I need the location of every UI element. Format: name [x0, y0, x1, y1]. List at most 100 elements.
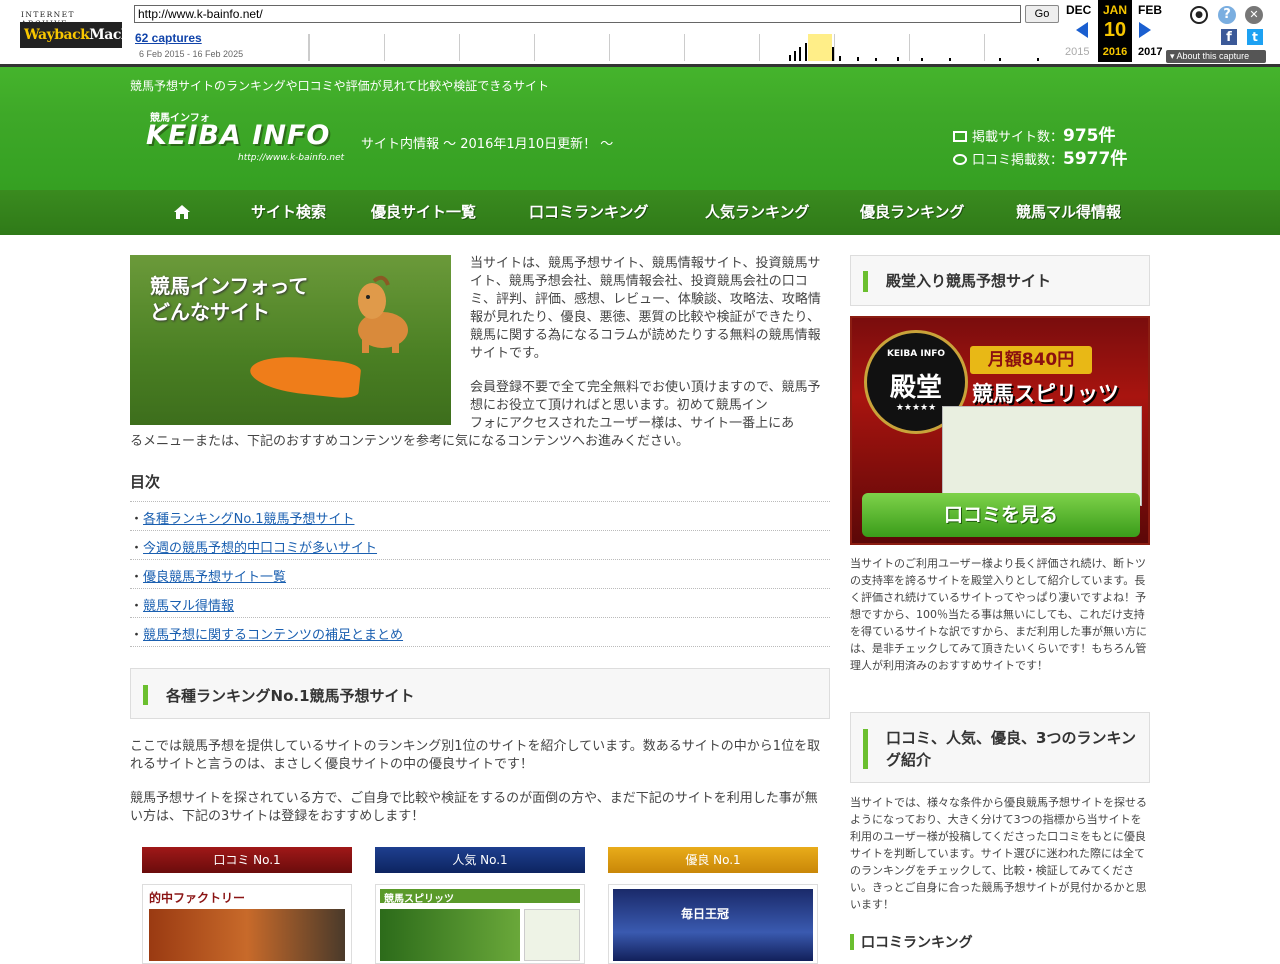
- sparkline-capture-bar: [789, 55, 791, 61]
- hof-banner[interactable]: KEIBA INFO 殿堂 ★★★★★ 月額840円 競馬スピリッツ 口コミを見…: [850, 316, 1150, 545]
- toc-item: ・優良競馬予想サイト一覧: [130, 570, 287, 585]
- twitter-icon[interactable]: t: [1247, 29, 1263, 45]
- nav-good-ranking[interactable]: 優良ランキング: [860, 190, 965, 235]
- wayback-prev-month[interactable]: DEC: [1066, 3, 1091, 17]
- wayback-sparkline[interactable]: [308, 34, 1060, 61]
- update-notice: サイト内情報 〜 2016年1月10日更新！ 〜: [361, 137, 614, 152]
- hof-site-name: 競馬スピリッツ: [972, 382, 1119, 406]
- horse-figure-icon: [358, 275, 408, 353]
- wayback-current-month: JAN: [1102, 3, 1127, 17]
- wayback-current-date: JAN 10 2016: [1098, 0, 1132, 62]
- section-paragraph-1: ここでは競馬予想を提供しているサイトのランキング別1位のサイトを紹介しています。…: [130, 739, 821, 772]
- sparkline-capture-bar: [839, 56, 841, 61]
- intro-paragraph-2a: 会員登録不要で全て完全無料でお使い頂けますので、競馬予想にお役立て頂ければと思い…: [470, 380, 821, 413]
- intro-paragraph-2c: るメニューまたは、下記のおすすめコンテンツを参考に気になるコンテンツへお進みくだ…: [130, 434, 690, 449]
- user-icon[interactable]: ●: [1190, 6, 1208, 24]
- rank-card-popular-label: 人気 No.1: [375, 847, 585, 873]
- toc-link-ranking[interactable]: 各種ランキングNo.1競馬予想サイト: [143, 512, 354, 527]
- sparkline-capture-bar: [832, 47, 834, 61]
- rank-card-good[interactable]: 優良 No.1 毎日王冠: [608, 847, 818, 964]
- toc-link-weekly[interactable]: 今週の競馬予想的中口コミが多いサイト: [143, 541, 377, 556]
- review-count-value: 5977件: [1063, 149, 1128, 169]
- rank-card-good-screenshot[interactable]: 毎日王冠: [608, 884, 818, 964]
- wayback-next-year[interactable]: 2017: [1138, 46, 1162, 58]
- wayback-logo-main-a: Wayback: [24, 27, 90, 43]
- ranking-intro-header: 口コミ、人気、優良、3つのランキング紹介: [850, 712, 1150, 783]
- intro-image: 競馬インフォって どんなサイト: [130, 255, 451, 425]
- sparkline-year-tick: [834, 34, 835, 61]
- wayback-logo[interactable]: INTERNET ARCHIVE WaybackMachine: [20, 10, 154, 50]
- monitor-icon: [953, 131, 967, 142]
- toc-item: ・競馬マル得情報: [130, 599, 235, 614]
- rank-card-review-screenshot[interactable]: 的中ファクトリー: [142, 884, 352, 964]
- wayback-current-day: 10: [1103, 19, 1127, 41]
- wayback-current-year: 2016: [1102, 46, 1128, 58]
- nav-review-ranking[interactable]: 口コミランキング: [529, 190, 649, 235]
- sparkline-year-tick: [759, 34, 760, 61]
- hof-title: 殿堂入り競馬予想サイト: [886, 272, 1052, 290]
- site-count-value: 975件: [1063, 126, 1116, 146]
- site-count: 掲載サイト数：975件: [953, 121, 1116, 146]
- toc-item: ・各種ランキングNo.1競馬予想サイト: [130, 512, 355, 527]
- wayback-next-arrow-icon[interactable]: [1139, 22, 1151, 38]
- toc-link-deals[interactable]: 競馬マル得情報: [143, 599, 234, 614]
- intro-image-text: 競馬インフォって どんなサイト: [150, 273, 308, 325]
- wayback-go-button[interactable]: Go: [1025, 5, 1059, 23]
- rank-card-popular-screenshot[interactable]: 競馬スピリッツ: [375, 884, 585, 964]
- about-capture-label: About this capture: [1176, 51, 1250, 61]
- rank-card-review[interactable]: 口コミ No.1 的中ファクトリー: [142, 847, 352, 964]
- hof-review-button[interactable]: 口コミを見る: [862, 493, 1140, 537]
- wayback-next-month[interactable]: FEB: [1138, 3, 1162, 17]
- wayback-toolbar: INTERNET ARCHIVE WaybackMachine http://w…: [0, 0, 1280, 67]
- ranking-intro-description: 当サイトでは、様々な条件から優良競馬予想サイトを探せるようになっており、大きく分…: [850, 796, 1147, 911]
- hof-badge-main: 殿堂: [889, 373, 942, 403]
- shot2-title: 競馬スピリッツ: [384, 894, 454, 905]
- toc-link-summary[interactable]: 競馬予想に関するコンテンツの補足とまとめ: [143, 628, 403, 643]
- sparkline-capture-bar: [921, 58, 923, 61]
- shot1-banner: [149, 909, 345, 961]
- rank-card-popular[interactable]: 人気 No.1 競馬スピリッツ: [375, 847, 585, 964]
- nav-site-search[interactable]: サイト検索: [251, 190, 326, 235]
- sparkline-year-tick: [534, 34, 535, 61]
- review-ranking-title: 口コミランキング: [861, 935, 973, 951]
- toc-link-good-sites[interactable]: 優良競馬予想サイト一覧: [143, 570, 286, 585]
- wayback-prev-arrow-icon[interactable]: [1076, 22, 1088, 38]
- comment-icon: [953, 154, 967, 165]
- hof-site-screenshot: [942, 406, 1142, 506]
- wayback-prev-year[interactable]: 2015: [1065, 46, 1089, 58]
- nav-deals[interactable]: 競馬マル得情報: [1016, 190, 1121, 235]
- help-icon[interactable]: ?: [1218, 6, 1236, 24]
- sparkline-year-tick: [684, 34, 685, 61]
- facebook-icon[interactable]: f: [1221, 29, 1237, 45]
- section-title: 各種ランキングNo.1競馬予想サイト: [166, 687, 415, 705]
- hof-accent-bar: [863, 271, 868, 292]
- site-tagline: 競馬予想サイトのランキングや口コミや評価が見れて比較や検証できるサイト: [130, 79, 550, 93]
- sparkline-year-tick: [909, 34, 910, 61]
- rank-card-good-label: 優良 No.1: [608, 847, 818, 873]
- sparkline-capture-bar: [999, 58, 1001, 61]
- section-paragraph-2: 競馬予想サイトを探されている方で、ご自身で比較や検証をするのが面倒の方や、まだ下…: [130, 791, 818, 824]
- close-icon[interactable]: ✕: [1245, 6, 1263, 24]
- toc-item: ・今週の競馬予想的中口コミが多いサイト: [130, 541, 378, 556]
- home-icon[interactable]: [174, 205, 190, 219]
- toc-item: ・競馬予想に関するコンテンツの補足とまとめ: [130, 628, 404, 643]
- nav-popular-ranking[interactable]: 人気ランキング: [705, 190, 810, 235]
- toc-divider: [130, 559, 830, 560]
- nav-good-sites[interactable]: 優良サイト一覧: [371, 190, 476, 235]
- toc-divider: [130, 501, 830, 502]
- intro-paragraph-1: 当サイトは、競馬予想サイト、競馬情報サイト、投資競馬サイト、競馬予想会社、競馬情…: [470, 256, 821, 361]
- sparkline-capture-bar: [794, 51, 796, 61]
- review-count: 口コミ掲載数：5977件: [953, 144, 1127, 169]
- wayback-captures-link[interactable]: 62 captures: [135, 31, 202, 45]
- sparkline-year-tick: [609, 34, 610, 61]
- intro-image-line-1: 競馬インフォって: [150, 274, 309, 298]
- shot2-banner: [380, 909, 520, 961]
- carrot-figure: [248, 352, 362, 400]
- about-capture-button[interactable]: ▾ About this capture: [1166, 50, 1266, 63]
- wayback-url-input[interactable]: http://www.k-bainfo.net/: [134, 5, 1021, 23]
- sparkline-year-tick: [984, 34, 985, 61]
- sparkline-capture-bar: [799, 47, 801, 61]
- toc-divider: [130, 588, 830, 589]
- site-logo[interactable]: 競馬インフォ KEIBA INFO http://www.k-bainfo.ne…: [146, 109, 346, 164]
- wayback-sparkline-highlight: [808, 34, 832, 61]
